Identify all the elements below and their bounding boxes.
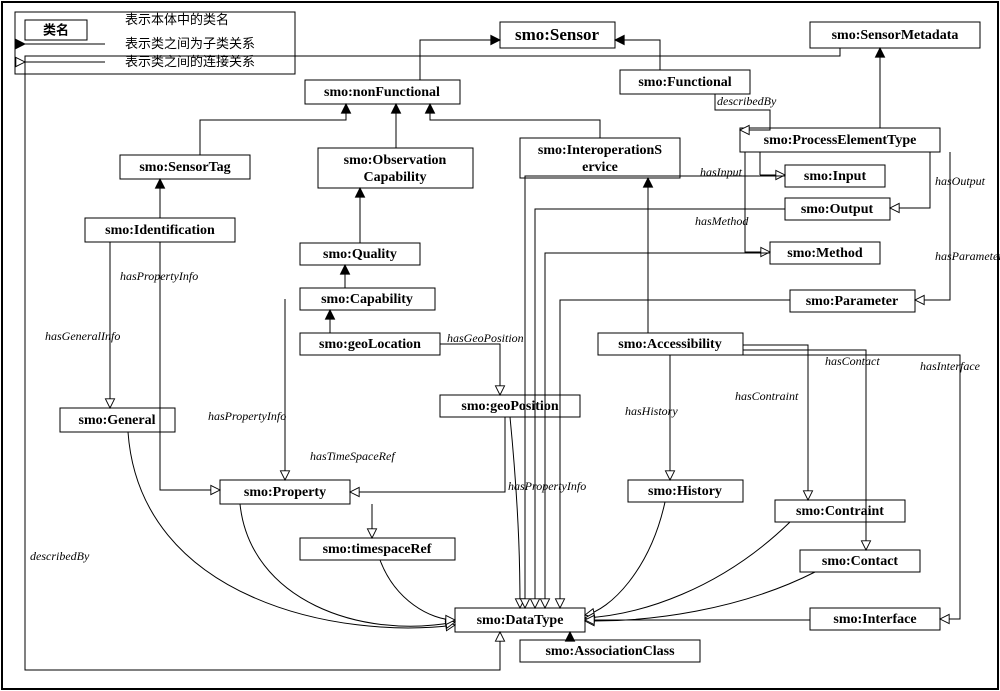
class-method: smo:Method	[770, 242, 880, 264]
class-contact: smo:Contact	[800, 550, 920, 572]
class-timespaceref: smo:timespaceRef	[300, 538, 455, 560]
class-geoposition: smo:geoPosition	[440, 395, 580, 417]
svg-text:smo:Interface: smo:Interface	[833, 612, 916, 627]
class-interface: smo:Interface	[810, 608, 940, 630]
class-input: smo:Input	[785, 165, 885, 187]
class-interoperationservice: smo:InteroperationS ervice	[520, 138, 680, 178]
class-accessibility: smo:Accessibility	[598, 333, 743, 355]
svg-text:smo:Observation: smo:Observation	[344, 153, 447, 168]
svg-text:smo:ProcessElementType: smo:ProcessElementType	[764, 133, 917, 148]
label-hashistory: hasHistory	[625, 404, 678, 418]
svg-text:smo:geoLocation: smo:geoLocation	[319, 337, 421, 352]
svg-text:smo:Contraint: smo:Contraint	[796, 504, 884, 519]
class-quality: smo:Quality	[300, 243, 420, 265]
svg-text:smo:Parameter: smo:Parameter	[806, 294, 899, 309]
legend-desc-sub: 表示类之间为子类关系	[125, 33, 255, 52]
svg-text:smo:General: smo:General	[79, 413, 156, 428]
svg-text:smo:Property: smo:Property	[244, 485, 326, 500]
svg-text:smo:Contact: smo:Contact	[822, 554, 899, 569]
svg-text:smo:History: smo:History	[648, 484, 722, 499]
class-datatype: smo:DataType	[455, 608, 585, 632]
class-capability: smo:Capability	[300, 288, 435, 310]
svg-text:Capability: Capability	[363, 170, 426, 185]
label-hasparameter: hasParameter	[935, 249, 1000, 263]
svg-text:smo:timespaceRef: smo:timespaceRef	[323, 542, 432, 557]
class-parameter: smo:Parameter	[790, 290, 915, 312]
class-output: smo:Output	[785, 198, 890, 220]
svg-text:smo:InteroperationS: smo:InteroperationS	[538, 143, 662, 158]
class-general: smo:General	[60, 408, 175, 432]
class-associationclass: smo:AssociationClass	[520, 640, 700, 662]
label-hascontact: hasContact	[825, 354, 880, 368]
label-describedby1: describedBy	[717, 94, 777, 108]
label-hasinput: hasInput	[700, 165, 743, 179]
label-hasinterface: hasInterface	[920, 359, 981, 373]
svg-text:smo:Quality: smo:Quality	[323, 247, 397, 262]
class-sensortag: smo:SensorTag	[120, 155, 250, 179]
svg-text:smo:AssociationClass: smo:AssociationClass	[545, 644, 675, 659]
label-haspropertyinfo1: hasPropertyInfo	[120, 269, 198, 283]
svg-text:smo:Capability: smo:Capability	[321, 292, 413, 307]
label-hascontraint: hasContraint	[735, 389, 799, 403]
label-haspropertyinfo2: hasPropertyInfo	[208, 409, 286, 423]
class-functional: smo:Functional	[620, 70, 750, 94]
label-hasgeoposition: hasGeoPosition	[447, 331, 524, 345]
diagram-canvas: 类名 表示本体中的类名 表示类之间为子类关系 表示类之间的连接关系 smo:Se…	[0, 0, 1000, 691]
label-haspropertyinfo3: hasPropertyInfo	[508, 479, 586, 493]
svg-text:smo:Identification: smo:Identification	[105, 223, 215, 238]
svg-text:smo:geoPosition: smo:geoPosition	[461, 399, 558, 414]
class-geolocation: smo:geoLocation	[300, 333, 440, 355]
class-processelementtype: smo:ProcessElementType	[740, 128, 940, 152]
svg-text:smo:nonFunctional: smo:nonFunctional	[324, 85, 440, 100]
class-nonfunctional: smo:nonFunctional	[305, 80, 460, 104]
class-property: smo:Property	[220, 480, 350, 504]
svg-text:smo:Input: smo:Input	[804, 169, 867, 184]
class-identification: smo:Identification	[85, 218, 235, 242]
class-sensor: smo:Sensor	[500, 22, 615, 48]
svg-text:smo:Sensor: smo:Sensor	[515, 25, 600, 44]
svg-text:smo:SensorMetadata: smo:SensorMetadata	[832, 28, 959, 43]
class-history: smo:History	[628, 480, 743, 502]
svg-text:smo:SensorTag: smo:SensorTag	[139, 160, 230, 175]
class-observationcapability: smo:Observation Capability	[318, 148, 473, 188]
svg-text:smo:Accessibility: smo:Accessibility	[618, 337, 721, 352]
label-hastimespaceref: hasTimeSpaceRef	[310, 449, 396, 463]
label-hasoutput: hasOutput	[935, 174, 986, 188]
legend: 类名 表示本体中的类名 表示类之间为子类关系 表示类之间的连接关系	[15, 9, 295, 74]
svg-text:ervice: ervice	[582, 160, 618, 175]
label-hasmethod: hasMethod	[695, 214, 749, 228]
label-describedby2: describedBy	[30, 549, 90, 563]
svg-text:smo:Output: smo:Output	[801, 202, 874, 217]
class-sensormetadata: smo:SensorMetadata	[810, 22, 980, 48]
legend-desc-class: 表示本体中的类名	[125, 9, 229, 28]
svg-text:smo:Functional: smo:Functional	[638, 75, 731, 90]
svg-text:smo:Method: smo:Method	[787, 246, 863, 261]
label-hasgeneralinfo: hasGeneralInfo	[45, 329, 120, 343]
legend-title: 类名	[43, 20, 69, 39]
svg-text:smo:DataType: smo:DataType	[477, 613, 564, 628]
class-contraint: smo:Contraint	[775, 500, 905, 522]
legend-desc-link: 表示类之间的连接关系	[125, 51, 255, 70]
